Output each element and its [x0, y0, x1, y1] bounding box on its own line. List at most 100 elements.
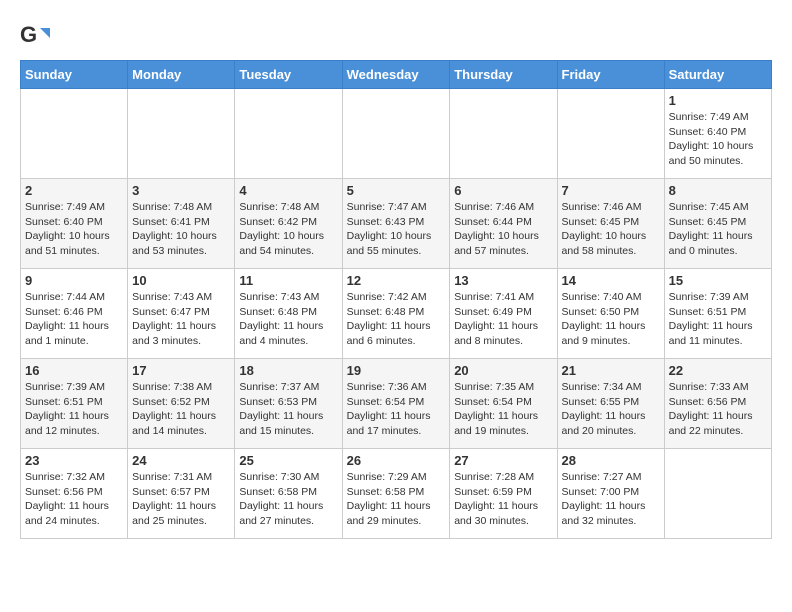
header-saturday: Saturday: [664, 61, 771, 89]
header-sunday: Sunday: [21, 61, 128, 89]
day-number: 2: [25, 183, 123, 198]
calendar-cell: 6Sunrise: 7:46 AM Sunset: 6:44 PM Daylig…: [450, 179, 557, 269]
calendar-cell: 1 Sunrise: 7:49 AM Sunset: 6:40 PM Daylig…: [664, 89, 771, 179]
day-number: 28: [562, 453, 660, 468]
calendar-cell: [235, 89, 342, 179]
calendar-cell: 18 Sunrise: 7:37 AM Sunset: 6:53 PM Dayli…: [235, 359, 342, 449]
day-number: 18: [239, 363, 337, 378]
svg-text:G: G: [20, 22, 37, 47]
day-number: 19: [347, 363, 446, 378]
logo-icon: G: [20, 20, 50, 50]
day-number: 15: [669, 273, 767, 288]
header-friday: Friday: [557, 61, 664, 89]
calendar-body: 1 Sunrise: 7:49 AM Sunset: 6:40 PM Daylig…: [21, 89, 772, 539]
calendar-cell: 3Sunrise: 7:48 AM Sunset: 6:41 PM Daylig…: [128, 179, 235, 269]
day-number: 7: [562, 183, 660, 198]
calendar-cell: 7 Sunrise: 7:46 AM Sunset: 6:45 PM Daylig…: [557, 179, 664, 269]
calendar-header: SundayMondayTuesdayWednesdayThursdayFrid…: [21, 61, 772, 89]
calendar-cell: 5 Sunrise: 7:47 AM Sunset: 6:43 PM Daylig…: [342, 179, 450, 269]
calendar-cell: 24 Sunrise: 7:31 AM Sunset: 6:57 PM Dayli…: [128, 449, 235, 539]
day-number: 26: [347, 453, 446, 468]
header-tuesday: Tuesday: [235, 61, 342, 89]
day-number: 12: [347, 273, 446, 288]
calendar-cell: [557, 89, 664, 179]
calendar-cell: 2 Sunrise: 7:49 AM Sunset: 6:40 PM Daylig…: [21, 179, 128, 269]
day-number: 11: [239, 273, 337, 288]
calendar-cell: [664, 449, 771, 539]
calendar-cell: 12 Sunrise: 7:42 AM Sunset: 6:48 PM Dayli…: [342, 269, 450, 359]
day-info: Sunrise: 7:39 AM Sunset: 6:51 PM Dayligh…: [669, 290, 767, 349]
day-info: Sunrise: 7:34 AM Sunset: 6:55 PM Dayligh…: [562, 380, 660, 439]
day-number: 1: [669, 93, 767, 108]
day-number: 20: [454, 363, 552, 378]
day-headers-row: SundayMondayTuesdayWednesdayThursdayFrid…: [21, 61, 772, 89]
week-row-4: 16 Sunrise: 7:39 AM Sunset: 6:51 PM Dayli…: [21, 359, 772, 449]
day-info: Sunrise: 7:43 AM Sunset: 6:47 PM Dayligh…: [132, 290, 230, 349]
week-row-1: 1 Sunrise: 7:49 AM Sunset: 6:40 PM Daylig…: [21, 89, 772, 179]
day-info: Sunrise: 7:46 AM Sunset: 6:45 PM Dayligh…: [562, 200, 660, 259]
calendar-cell: 23Sunrise: 7:32 AM Sunset: 6:56 PM Dayli…: [21, 449, 128, 539]
calendar-cell: 17Sunrise: 7:38 AM Sunset: 6:52 PM Dayli…: [128, 359, 235, 449]
logo: G: [20, 20, 54, 50]
header-wednesday: Wednesday: [342, 61, 450, 89]
day-info: Sunrise: 7:44 AM Sunset: 6:46 PM Dayligh…: [25, 290, 123, 349]
day-info: Sunrise: 7:47 AM Sunset: 6:43 PM Dayligh…: [347, 200, 446, 259]
day-number: 22: [669, 363, 767, 378]
calendar-cell: 8Sunrise: 7:45 AM Sunset: 6:45 PM Daylig…: [664, 179, 771, 269]
day-number: 24: [132, 453, 230, 468]
week-row-2: 2 Sunrise: 7:49 AM Sunset: 6:40 PM Daylig…: [21, 179, 772, 269]
day-info: Sunrise: 7:42 AM Sunset: 6:48 PM Dayligh…: [347, 290, 446, 349]
day-info: Sunrise: 7:49 AM Sunset: 6:40 PM Dayligh…: [25, 200, 123, 259]
day-number: 4: [239, 183, 337, 198]
calendar-cell: 10 Sunrise: 7:43 AM Sunset: 6:47 PM Dayli…: [128, 269, 235, 359]
calendar-cell: 25 Sunrise: 7:30 AM Sunset: 6:58 PM Dayli…: [235, 449, 342, 539]
day-info: Sunrise: 7:28 AM Sunset: 6:59 PM Dayligh…: [454, 470, 552, 529]
week-row-5: 23Sunrise: 7:32 AM Sunset: 6:56 PM Dayli…: [21, 449, 772, 539]
calendar-cell: 28 Sunrise: 7:27 AM Sunset: 7:00 PM Dayli…: [557, 449, 664, 539]
calendar-cell: [342, 89, 450, 179]
day-number: 25: [239, 453, 337, 468]
day-number: 21: [562, 363, 660, 378]
calendar-cell: 15 Sunrise: 7:39 AM Sunset: 6:51 PM Dayli…: [664, 269, 771, 359]
day-number: 27: [454, 453, 552, 468]
day-info: Sunrise: 7:30 AM Sunset: 6:58 PM Dayligh…: [239, 470, 337, 529]
calendar-cell: 11Sunrise: 7:43 AM Sunset: 6:48 PM Dayli…: [235, 269, 342, 359]
day-number: 13: [454, 273, 552, 288]
day-info: Sunrise: 7:40 AM Sunset: 6:50 PM Dayligh…: [562, 290, 660, 349]
day-info: Sunrise: 7:35 AM Sunset: 6:54 PM Dayligh…: [454, 380, 552, 439]
day-number: 10: [132, 273, 230, 288]
calendar-cell: [21, 89, 128, 179]
page-header: G: [20, 20, 772, 50]
header-monday: Monday: [128, 61, 235, 89]
day-info: Sunrise: 7:31 AM Sunset: 6:57 PM Dayligh…: [132, 470, 230, 529]
calendar-cell: 13 Sunrise: 7:41 AM Sunset: 6:49 PM Dayli…: [450, 269, 557, 359]
day-info: Sunrise: 7:48 AM Sunset: 6:41 PM Dayligh…: [132, 200, 230, 259]
day-number: 16: [25, 363, 123, 378]
day-number: 6: [454, 183, 552, 198]
day-info: Sunrise: 7:27 AM Sunset: 7:00 PM Dayligh…: [562, 470, 660, 529]
calendar-cell: 21 Sunrise: 7:34 AM Sunset: 6:55 PM Dayli…: [557, 359, 664, 449]
day-info: Sunrise: 7:39 AM Sunset: 6:51 PM Dayligh…: [25, 380, 123, 439]
day-info: Sunrise: 7:45 AM Sunset: 6:45 PM Dayligh…: [669, 200, 767, 259]
calendar-table: SundayMondayTuesdayWednesdayThursdayFrid…: [20, 60, 772, 539]
day-info: Sunrise: 7:36 AM Sunset: 6:54 PM Dayligh…: [347, 380, 446, 439]
calendar-cell: 20 Sunrise: 7:35 AM Sunset: 6:54 PM Dayli…: [450, 359, 557, 449]
calendar-cell: [128, 89, 235, 179]
calendar-cell: 19 Sunrise: 7:36 AM Sunset: 6:54 PM Dayli…: [342, 359, 450, 449]
day-info: Sunrise: 7:41 AM Sunset: 6:49 PM Dayligh…: [454, 290, 552, 349]
day-info: Sunrise: 7:29 AM Sunset: 6:58 PM Dayligh…: [347, 470, 446, 529]
calendar-cell: 26 Sunrise: 7:29 AM Sunset: 6:58 PM Dayli…: [342, 449, 450, 539]
day-info: Sunrise: 7:49 AM Sunset: 6:40 PM Dayligh…: [669, 110, 767, 169]
day-info: Sunrise: 7:33 AM Sunset: 6:56 PM Dayligh…: [669, 380, 767, 439]
calendar-cell: 22 Sunrise: 7:33 AM Sunset: 6:56 PM Dayli…: [664, 359, 771, 449]
calendar-cell: 14Sunrise: 7:40 AM Sunset: 6:50 PM Dayli…: [557, 269, 664, 359]
day-number: 9: [25, 273, 123, 288]
day-number: 5: [347, 183, 446, 198]
day-info: Sunrise: 7:37 AM Sunset: 6:53 PM Dayligh…: [239, 380, 337, 439]
calendar-cell: 16 Sunrise: 7:39 AM Sunset: 6:51 PM Dayli…: [21, 359, 128, 449]
calendar-cell: 27 Sunrise: 7:28 AM Sunset: 6:59 PM Dayli…: [450, 449, 557, 539]
day-info: Sunrise: 7:38 AM Sunset: 6:52 PM Dayligh…: [132, 380, 230, 439]
calendar-cell: 9 Sunrise: 7:44 AM Sunset: 6:46 PM Daylig…: [21, 269, 128, 359]
day-number: 23: [25, 453, 123, 468]
header-thursday: Thursday: [450, 61, 557, 89]
